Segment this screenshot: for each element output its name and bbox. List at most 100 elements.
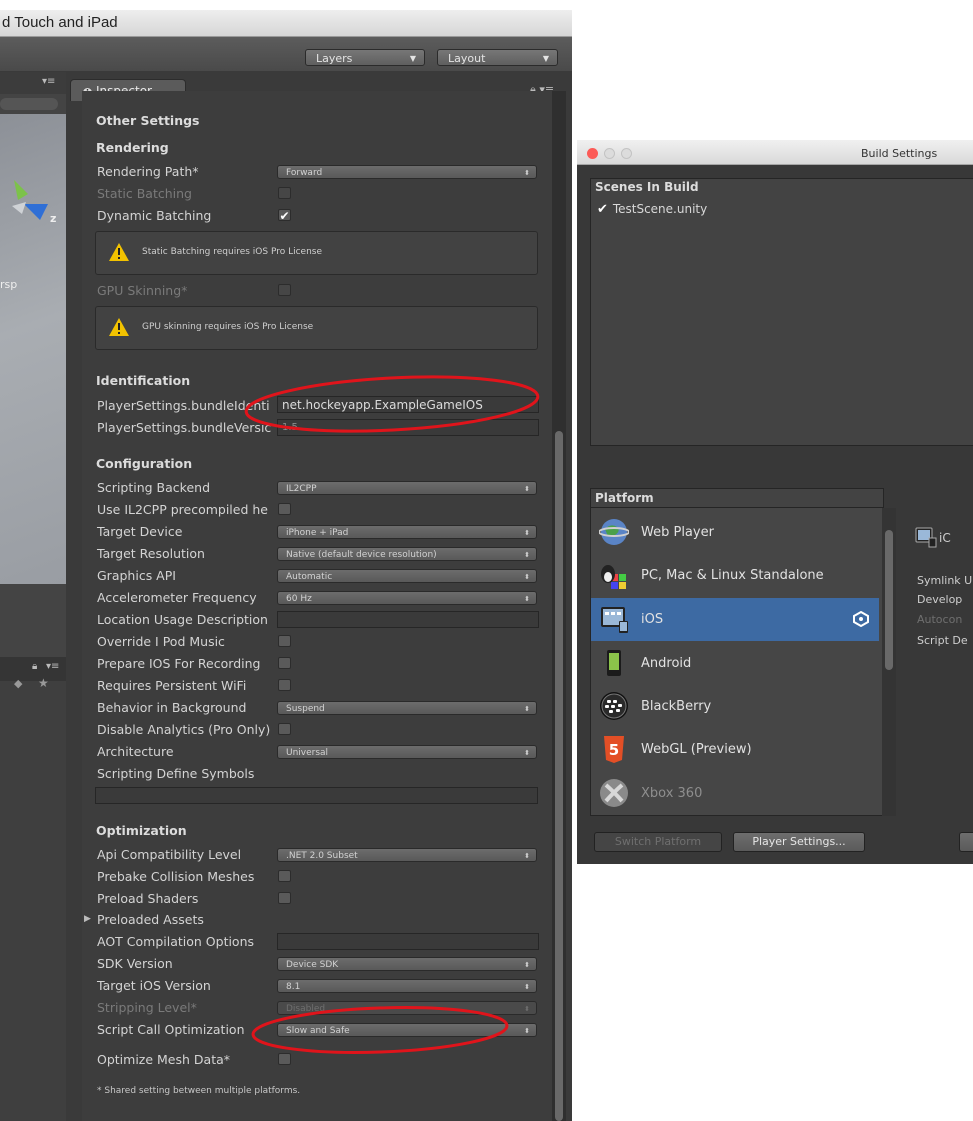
scene-tab-bar: ▾≡ — [0, 72, 66, 94]
platform-item-standalone[interactable]: PC, Mac & Linux Standalone — [591, 554, 879, 597]
stripping-level-value: Disabled — [286, 1004, 326, 1014]
location-usage-input[interactable] — [277, 611, 539, 628]
scene-list-item[interactable]: ✔ TestScene.unity — [597, 202, 707, 217]
html5-icon: 5 — [604, 736, 624, 763]
scene-checkbox[interactable]: ✔ — [597, 202, 609, 217]
platform-name: WebGL (Preview) — [641, 742, 752, 757]
target-ios-version-dropdown[interactable]: 8.1 ⬍ — [277, 979, 537, 993]
sdk-version-dropdown[interactable]: Device SDK ⬍ — [277, 957, 537, 971]
chevron-updown-icon: ⬍ — [524, 1005, 530, 1013]
platform-item-blackberry[interactable]: BlackBerry — [591, 685, 879, 728]
checkmark-icon: ✔ — [279, 209, 290, 223]
rendering-path-dropdown[interactable]: Forward ⬍ — [277, 165, 537, 179]
platform-item-web-player[interactable]: Web Player — [591, 511, 879, 554]
chevron-updown-icon: ⬍ — [524, 983, 530, 991]
prepare-ios-recording-label: Prepare IOS For Recording — [97, 656, 261, 671]
platform-item-webgl[interactable]: 5 WebGL (Preview) — [591, 728, 879, 771]
chevron-updown-icon: ⬍ — [524, 961, 530, 969]
scene-search-field[interactable] — [0, 98, 58, 110]
layers-dropdown[interactable]: Layers ▼ — [305, 49, 425, 66]
window-title-bar: d Touch and iPad — [0, 10, 572, 37]
target-device-dropdown[interactable]: iPhone + iPad ⬍ — [277, 525, 537, 539]
inspector-scroll-thumb[interactable] — [555, 431, 563, 1121]
optimize-mesh-checkbox[interactable] — [278, 1053, 291, 1065]
minimize-window-button[interactable] — [604, 148, 615, 159]
scripting-define-symbols-label: Scripting Define Symbols — [97, 766, 255, 781]
warning-icon — [109, 318, 129, 336]
panel-menu-icon[interactable]: ▾≡ — [42, 76, 55, 87]
chevron-updown-icon: ⬍ — [524, 573, 530, 581]
zoom-window-button[interactable] — [621, 148, 632, 159]
platform-item-ios[interactable]: iOS — [591, 598, 879, 641]
accelerometer-frequency-label: Accelerometer Frequency — [97, 590, 257, 605]
sdk-version-label: SDK Version — [97, 956, 173, 971]
platform-name: Android — [641, 656, 692, 671]
api-compatibility-label: Api Compatibility Level — [97, 847, 242, 862]
prepare-ios-recording-checkbox[interactable] — [278, 657, 291, 669]
architecture-dropdown[interactable]: Universal ⬍ — [277, 745, 537, 759]
dynamic-batching-checkbox[interactable]: ✔ — [278, 209, 291, 223]
override-ipod-music-checkbox[interactable] — [278, 635, 291, 647]
override-ipod-music-label: Override I Pod Music — [97, 634, 225, 649]
accelerometer-frequency-dropdown[interactable]: 60 Hz ⬍ — [277, 591, 537, 605]
scene-orientation-gizmo-icon[interactable]: z — [4, 174, 60, 224]
preload-shaders-checkbox[interactable] — [278, 892, 291, 904]
chevron-updown-icon: ⬍ — [524, 595, 530, 603]
target-ios-version-label: Target iOS Version — [97, 978, 211, 993]
selected-platform-label: iC — [939, 531, 951, 545]
build-button[interactable] — [959, 832, 973, 852]
gpu-skinning-checkbox — [278, 284, 291, 296]
tag-icon[interactable]: ◆ — [14, 677, 22, 690]
platform-name: PC, Mac & Linux Standalone — [641, 568, 824, 583]
warning-icon — [109, 243, 129, 261]
axis-label: z — [50, 212, 56, 224]
autoconnect-profiler-label: Autocon — [917, 613, 963, 626]
accelerometer-frequency-value: 60 Hz — [286, 594, 312, 604]
aot-compilation-input[interactable] — [277, 933, 539, 950]
development-build-label: Develop — [917, 593, 963, 606]
target-resolution-dropdown[interactable]: Native (default device resolution) ⬍ — [277, 547, 537, 561]
static-batching-label: Static Batching — [97, 186, 192, 201]
chevron-updown-icon: ⬍ — [524, 551, 530, 559]
scene-panel: ▾≡ z rsp 🔒︎ ▾≡ ◆ ★ — [0, 72, 66, 1121]
persistent-wifi-checkbox[interactable] — [278, 679, 291, 691]
il2cpp-precompiled-checkbox[interactable] — [278, 503, 291, 515]
scene-view[interactable]: z rsp — [0, 114, 66, 584]
preloaded-assets-foldout[interactable]: Preloaded Assets — [97, 912, 204, 927]
behavior-background-dropdown[interactable]: Suspend ⬍ — [277, 701, 537, 715]
panel-menu-icon[interactable]: ▾≡ — [46, 661, 59, 672]
platform-name: BlackBerry — [641, 699, 712, 714]
platform-scroll-thumb[interactable] — [885, 530, 893, 670]
graphics-api-dropdown[interactable]: Automatic ⬍ — [277, 569, 537, 583]
api-compatibility-dropdown[interactable]: .NET 2.0 Subset ⬍ — [277, 848, 537, 862]
layout-dropdown[interactable]: Layout ▼ — [437, 49, 558, 66]
scene-name: TestScene.unity — [612, 202, 708, 216]
star-icon[interactable]: ★ — [38, 676, 49, 690]
ios-device-icon — [915, 527, 937, 548]
behavior-background-value: Suspend — [286, 704, 325, 714]
platform-item-android[interactable]: Android — [591, 642, 879, 685]
target-resolution-label: Target Resolution — [97, 546, 205, 561]
other-settings-header: Other Settings — [96, 113, 200, 128]
rendering-header: Rendering — [96, 140, 169, 155]
expand-triangle-icon[interactable]: ▶ — [84, 914, 91, 924]
disable-analytics-checkbox[interactable] — [278, 723, 291, 735]
chevron-updown-icon: ⬍ — [524, 852, 530, 860]
architecture-label: Architecture — [97, 744, 174, 759]
lock-icon[interactable]: 🔒︎ — [32, 661, 37, 672]
prebake-collision-checkbox[interactable] — [278, 870, 291, 882]
rendering-path-value: Forward — [286, 168, 323, 178]
script-call-optimization-dropdown[interactable]: Slow and Safe ⬍ — [277, 1023, 537, 1037]
scenes-in-build-list[interactable] — [590, 178, 973, 446]
scripting-define-symbols-input[interactable] — [95, 787, 538, 804]
bundle-version-input[interactable]: 1.5 — [277, 419, 539, 436]
player-settings-button[interactable]: Player Settings... — [733, 832, 865, 852]
platform-item-xbox360[interactable]: Xbox 360 — [591, 772, 879, 815]
target-device-value: iPhone + iPad — [286, 528, 349, 538]
scripting-backend-dropdown[interactable]: IL2CPP ⬍ — [277, 481, 537, 495]
close-window-button[interactable] — [587, 148, 598, 159]
bundle-identifier-input[interactable]: net.hockeyapp.ExampleGameIOS — [277, 396, 539, 413]
graphics-api-label: Graphics API — [97, 568, 176, 583]
standalone-os-icon — [601, 565, 626, 589]
api-compatibility-value: .NET 2.0 Subset — [286, 851, 358, 861]
